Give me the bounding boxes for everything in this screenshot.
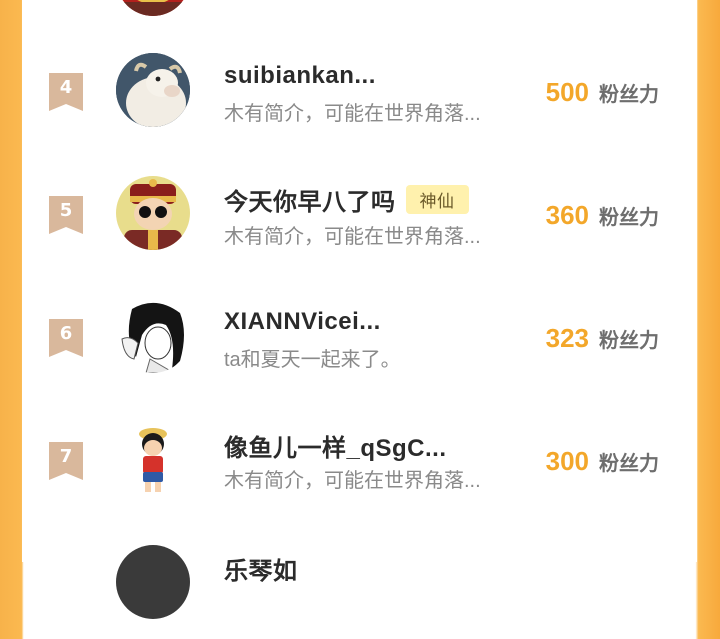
anime-girl-avatar[interactable] (116, 299, 190, 373)
list-item[interactable]: 乐琴如 (22, 529, 697, 639)
rank-number: 7 (59, 446, 73, 467)
user-name[interactable]: 像鱼儿一样_qSgC... (224, 428, 447, 463)
list-item[interactable]: 4 suibiankan... 木有简介，可能在世界角落... 500 粉丝力 (22, 37, 697, 147)
sheep-avatar[interactable] (116, 53, 190, 127)
rank-number: 5 (59, 200, 73, 221)
rank-ribbon: 6 (49, 319, 83, 357)
fan-score: 323 粉丝力 (546, 323, 659, 354)
score-value: 300 (545, 446, 589, 476)
user-name-text[interactable]: 今天你早八了吗 (224, 189, 396, 216)
list-item[interactable]: 5 今天你早八了吗 神仙 木有简介，可能在世界角落... 360 粉丝力 (22, 160, 697, 270)
rank-ribbon: 5 (49, 196, 83, 234)
score-value: 323 (545, 323, 589, 353)
title-badge: 神仙 (405, 185, 469, 214)
user-bio: 木有简介，可能在世界角落... (224, 470, 481, 492)
fan-score: 500 粉丝力 (546, 77, 659, 108)
score-unit: 粉丝力 (599, 453, 659, 475)
rank-number: 4 (59, 77, 73, 98)
score-unit: 粉丝力 (599, 330, 659, 352)
user-bio: 木有简介，可能在世界角落... (224, 226, 481, 248)
user-bio: 木有简介，可能在世界角落... (224, 103, 481, 125)
user-name[interactable]: XIANNVicei... (224, 308, 381, 336)
list-item[interactable]: 7 像鱼儿一样_qSgC... 木有简介，可能在世界角落... 300 粉丝力 (22, 406, 697, 516)
user-name[interactable]: 今天你早八了吗 神仙 (224, 182, 469, 217)
fan-score: 300 粉丝力 (546, 446, 659, 477)
user-name[interactable]: 乐琴如 (224, 551, 298, 586)
user-name[interactable]: suibiankan... (224, 62, 376, 90)
emperor-avatar[interactable] (116, 176, 190, 250)
leaderboard-card: 4 suibiankan... 木有简介，可能在世界角落... 500 粉丝力 … (22, 0, 697, 619)
rank-ribbon: 7 (49, 442, 83, 480)
user-bio: ta和夏天一起来了。 (224, 349, 401, 371)
dark-avatar[interactable] (116, 545, 190, 619)
luffy-avatar[interactable] (116, 422, 190, 496)
score-unit: 粉丝力 (599, 207, 659, 229)
rank-number: 6 (59, 323, 73, 344)
fan-score: 360 粉丝力 (546, 200, 659, 231)
score-value: 360 (545, 200, 589, 230)
list-item[interactable]: 6 XIANNVicei... ta和夏天一起来了。 323 粉丝力 (22, 283, 697, 393)
rank-ribbon: 4 (49, 73, 83, 111)
score-unit: 粉丝力 (599, 84, 659, 106)
score-value: 500 (545, 77, 589, 107)
avatar-top-partial[interactable] (116, 0, 190, 16)
